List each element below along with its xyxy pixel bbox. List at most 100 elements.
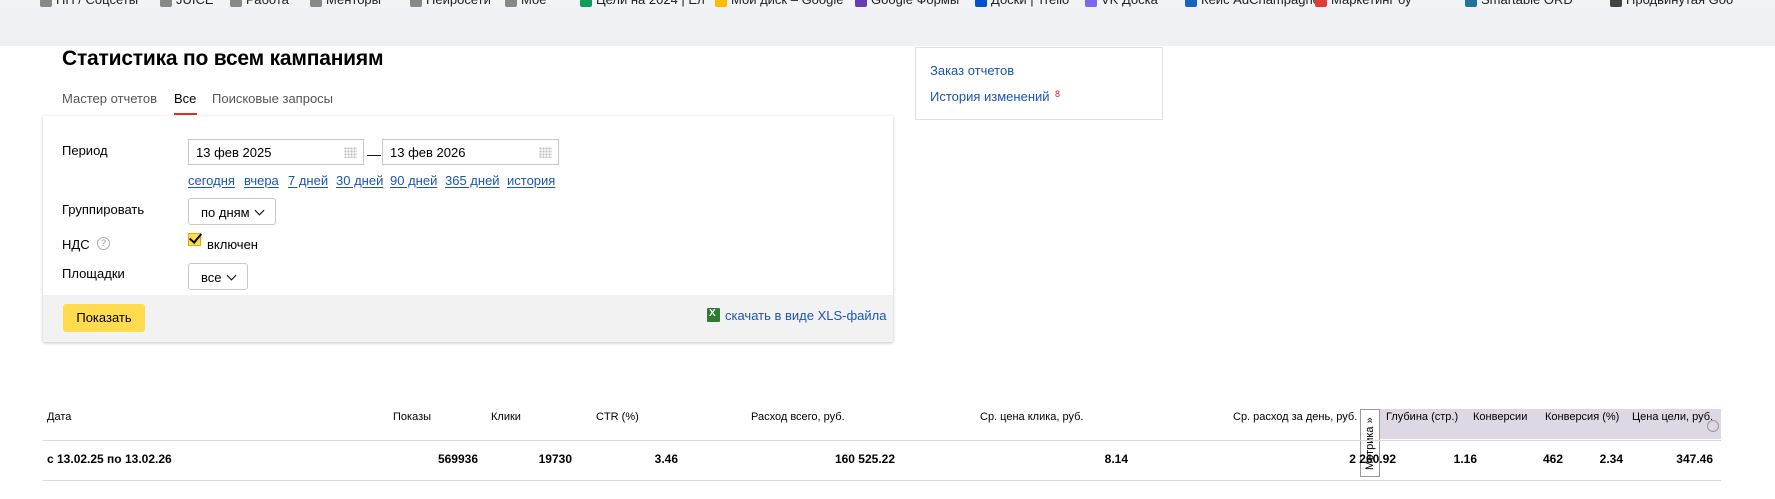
col-header-spend-total[interactable]: Расход всего, руб. bbox=[751, 411, 845, 423]
cell-avg-cpc: 8.14 bbox=[1104, 452, 1128, 466]
side-links-panel bbox=[915, 47, 1163, 120]
bookmark-item[interactable]: Нейросети bbox=[410, 0, 491, 7]
vat-checkbox[interactable] bbox=[188, 233, 201, 246]
col-header-conversions[interactable]: Конверсии bbox=[1473, 411, 1527, 423]
bookmark-item[interactable]: Доски | Trello bbox=[975, 0, 1069, 7]
bookmark-label: Менторы bbox=[326, 0, 381, 7]
bookmark-icon bbox=[410, 0, 422, 7]
bookmark-icon bbox=[160, 0, 172, 7]
cell-spend-total: 160 525.22 bbox=[834, 452, 895, 466]
bookmark-icon bbox=[580, 0, 592, 7]
date-range-dash: — bbox=[367, 146, 381, 162]
group-select-value: по дням bbox=[201, 205, 250, 220]
calendar-icon[interactable] bbox=[539, 147, 552, 158]
col-header-avg-cpc[interactable]: Ср. цена клика, руб. bbox=[980, 411, 1083, 423]
col-header-date[interactable]: Дата bbox=[47, 411, 71, 423]
download-xls-link[interactable]: скачать в виде XLS-файла bbox=[725, 308, 887, 323]
excel-file-icon[interactable] bbox=[707, 308, 720, 322]
bookmark-item[interactable]: VK Доска bbox=[1085, 0, 1158, 7]
active-tab-underline bbox=[174, 113, 197, 115]
bookmark-item[interactable]: Smartable ORD bbox=[1465, 0, 1573, 7]
bookmark-item[interactable]: Продвинутая Goo bbox=[1610, 0, 1733, 7]
group-select[interactable]: по дням bbox=[188, 198, 276, 225]
bookmark-label: Маркетинг бу bbox=[1331, 0, 1411, 7]
date-from-input[interactable]: 13 фев 2025 bbox=[188, 139, 364, 165]
header-strip bbox=[0, 8, 1775, 46]
cell-conversions: 462 bbox=[1542, 452, 1563, 466]
bookmark-label: Работа bbox=[246, 0, 289, 7]
quick-range-yesterday[interactable]: вчера bbox=[244, 173, 279, 188]
quick-range-history[interactable]: история bbox=[507, 173, 555, 188]
bookmark-item[interactable]: ПП / Соцсеты bbox=[40, 0, 138, 7]
date-to-value: 13 фев 2026 bbox=[390, 145, 466, 160]
col-header-depth[interactable]: Глубина (стр.) bbox=[1386, 411, 1458, 423]
platforms-select[interactable]: все bbox=[188, 263, 248, 290]
date-from-value: 13 фев 2025 bbox=[196, 145, 272, 160]
bookmark-label: JUICE bbox=[176, 0, 214, 7]
bookmark-item[interactable]: Маркетинг бу bbox=[1315, 0, 1411, 7]
history-badge: 8 bbox=[1055, 89, 1061, 99]
quick-range-365-days[interactable]: 365 дней bbox=[445, 173, 500, 188]
cell-impressions: 569936 bbox=[437, 452, 478, 466]
bookmark-label: ПП / Соцсеты bbox=[56, 0, 138, 7]
show-button[interactable]: Показать bbox=[63, 304, 145, 332]
header-divider bbox=[43, 440, 1721, 441]
bookmark-icon bbox=[1315, 0, 1327, 7]
bookmark-label: Google Формы bbox=[871, 0, 959, 7]
chevron-down-icon bbox=[226, 270, 236, 281]
bookmark-icon bbox=[715, 0, 727, 7]
platforms-select-value: все bbox=[201, 270, 222, 285]
bookmark-label: Мое bbox=[521, 0, 546, 7]
col-header-conversion-rate[interactable]: Конверсия (%) bbox=[1545, 411, 1619, 423]
help-icon[interactable]: ? bbox=[97, 237, 110, 250]
bookmark-label: Нейросети bbox=[426, 0, 491, 7]
col-header-clicks[interactable]: Клики bbox=[491, 411, 521, 423]
order-reports-link[interactable]: Заказ отчетов bbox=[930, 63, 1014, 78]
platforms-label: Площадки bbox=[62, 266, 125, 281]
tab-all[interactable]: Все bbox=[174, 91, 196, 106]
bookmark-label: Доски | Trello bbox=[991, 0, 1069, 7]
bookmark-icon bbox=[40, 0, 52, 7]
quick-range-today[interactable]: сегодня bbox=[188, 173, 235, 188]
bookmark-item[interactable]: Мой диск – Google bbox=[715, 0, 844, 7]
quick-range-7-days[interactable]: 7 дней bbox=[288, 173, 328, 188]
bookmark-icon bbox=[505, 0, 517, 7]
bookmark-icon bbox=[975, 0, 987, 7]
col-header-impressions[interactable]: Показы bbox=[393, 411, 431, 423]
period-label: Период bbox=[62, 143, 108, 158]
quick-range-30-days[interactable]: 30 дней bbox=[336, 173, 383, 188]
vat-checkbox-label[interactable]: включен bbox=[207, 237, 258, 252]
col-header-avg-daily[interactable]: Ср. расход за день, руб. bbox=[1233, 411, 1357, 423]
change-history-link[interactable]: История изменений bbox=[930, 89, 1050, 104]
chevron-down-icon bbox=[254, 205, 265, 216]
cell-goal-cost: 347.46 bbox=[1676, 452, 1713, 466]
calendar-icon[interactable] bbox=[344, 147, 357, 158]
bookmark-label: Кейс AdChampagne bbox=[1201, 0, 1320, 7]
bookmark-item[interactable]: JUICE bbox=[160, 0, 214, 7]
tab-report-master[interactable]: Мастер отчетов bbox=[62, 91, 157, 106]
group-label: Группировать bbox=[62, 202, 145, 217]
bookmark-label: VK Доска bbox=[1101, 0, 1158, 7]
col-header-goal-cost[interactable]: Цена цели, руб. bbox=[1632, 411, 1713, 423]
page-title: Статистика по всем кампаниям bbox=[62, 47, 384, 70]
bookmark-item[interactable]: Мое bbox=[505, 0, 546, 7]
row-divider bbox=[43, 480, 1721, 481]
bookmark-item[interactable]: Менторы bbox=[310, 0, 381, 7]
cell-depth: 1.16 bbox=[1453, 452, 1477, 466]
bookmark-item[interactable]: Работа bbox=[230, 0, 289, 7]
col-header-ctr[interactable]: CTR (%) bbox=[596, 411, 639, 423]
tab-search-queries[interactable]: Поисковые запросы bbox=[212, 91, 333, 106]
bookmark-icon bbox=[1185, 0, 1197, 7]
bookmark-icon bbox=[1465, 0, 1477, 7]
cell-avg-daily: 2 260.92 bbox=[1349, 452, 1396, 466]
bookmark-item[interactable]: Цели на 2024 | Ел bbox=[580, 0, 705, 7]
quick-range-90-days[interactable]: 90 дней bbox=[390, 173, 437, 188]
bookmark-label: Продвинутая Goo bbox=[1626, 0, 1733, 7]
date-to-input[interactable]: 13 фев 2026 bbox=[382, 139, 559, 165]
bookmark-item[interactable]: Google Формы bbox=[855, 0, 959, 7]
bookmark-item[interactable]: Кейс AdChampagne bbox=[1185, 0, 1320, 7]
bookmark-icon bbox=[310, 0, 322, 7]
bookmark-label: Smartable ORD bbox=[1481, 0, 1573, 7]
bookmark-icon bbox=[1610, 0, 1622, 7]
bookmark-icon bbox=[1085, 0, 1097, 7]
